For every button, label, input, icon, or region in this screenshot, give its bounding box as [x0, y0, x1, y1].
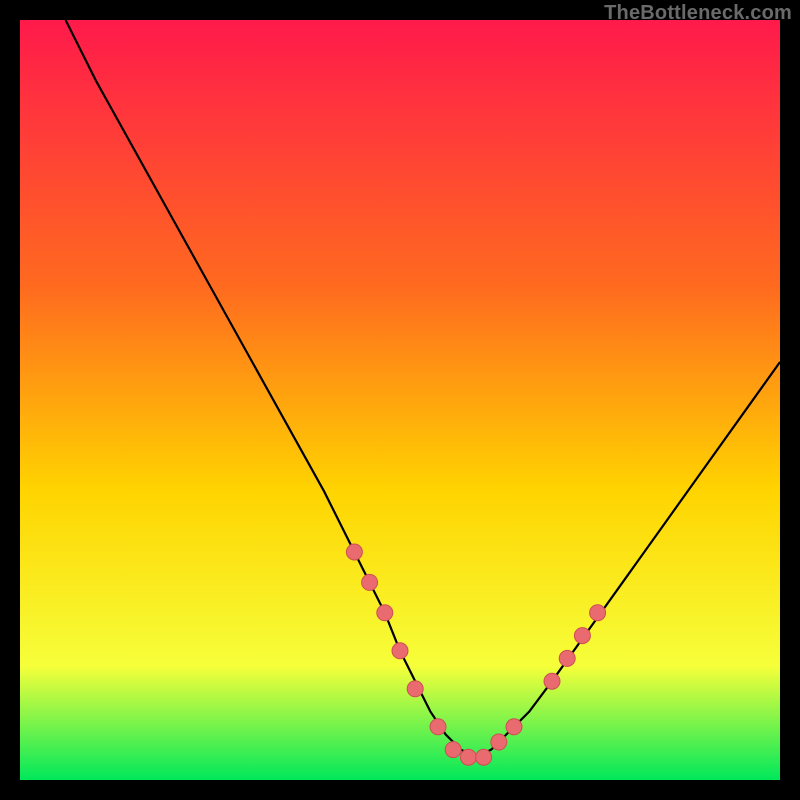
- curve-marker: [392, 643, 408, 659]
- curve-marker: [590, 605, 606, 621]
- curve-marker: [491, 734, 507, 750]
- watermark-text: TheBottleneck.com: [604, 2, 792, 25]
- curve-marker: [574, 628, 590, 644]
- curve-marker: [506, 719, 522, 735]
- curve-marker: [346, 544, 362, 560]
- chart-frame: TheBottleneck.com: [0, 0, 800, 800]
- curve-marker: [407, 681, 423, 697]
- gradient-background: [20, 20, 780, 780]
- curve-marker: [460, 749, 476, 765]
- curve-marker: [445, 742, 461, 758]
- curve-marker: [430, 719, 446, 735]
- curve-marker: [476, 749, 492, 765]
- curve-marker: [362, 574, 378, 590]
- curve-marker: [544, 673, 560, 689]
- plot-area: [20, 20, 780, 780]
- curve-marker: [377, 605, 393, 621]
- curve-marker: [559, 650, 575, 666]
- chart-svg: [20, 20, 780, 780]
